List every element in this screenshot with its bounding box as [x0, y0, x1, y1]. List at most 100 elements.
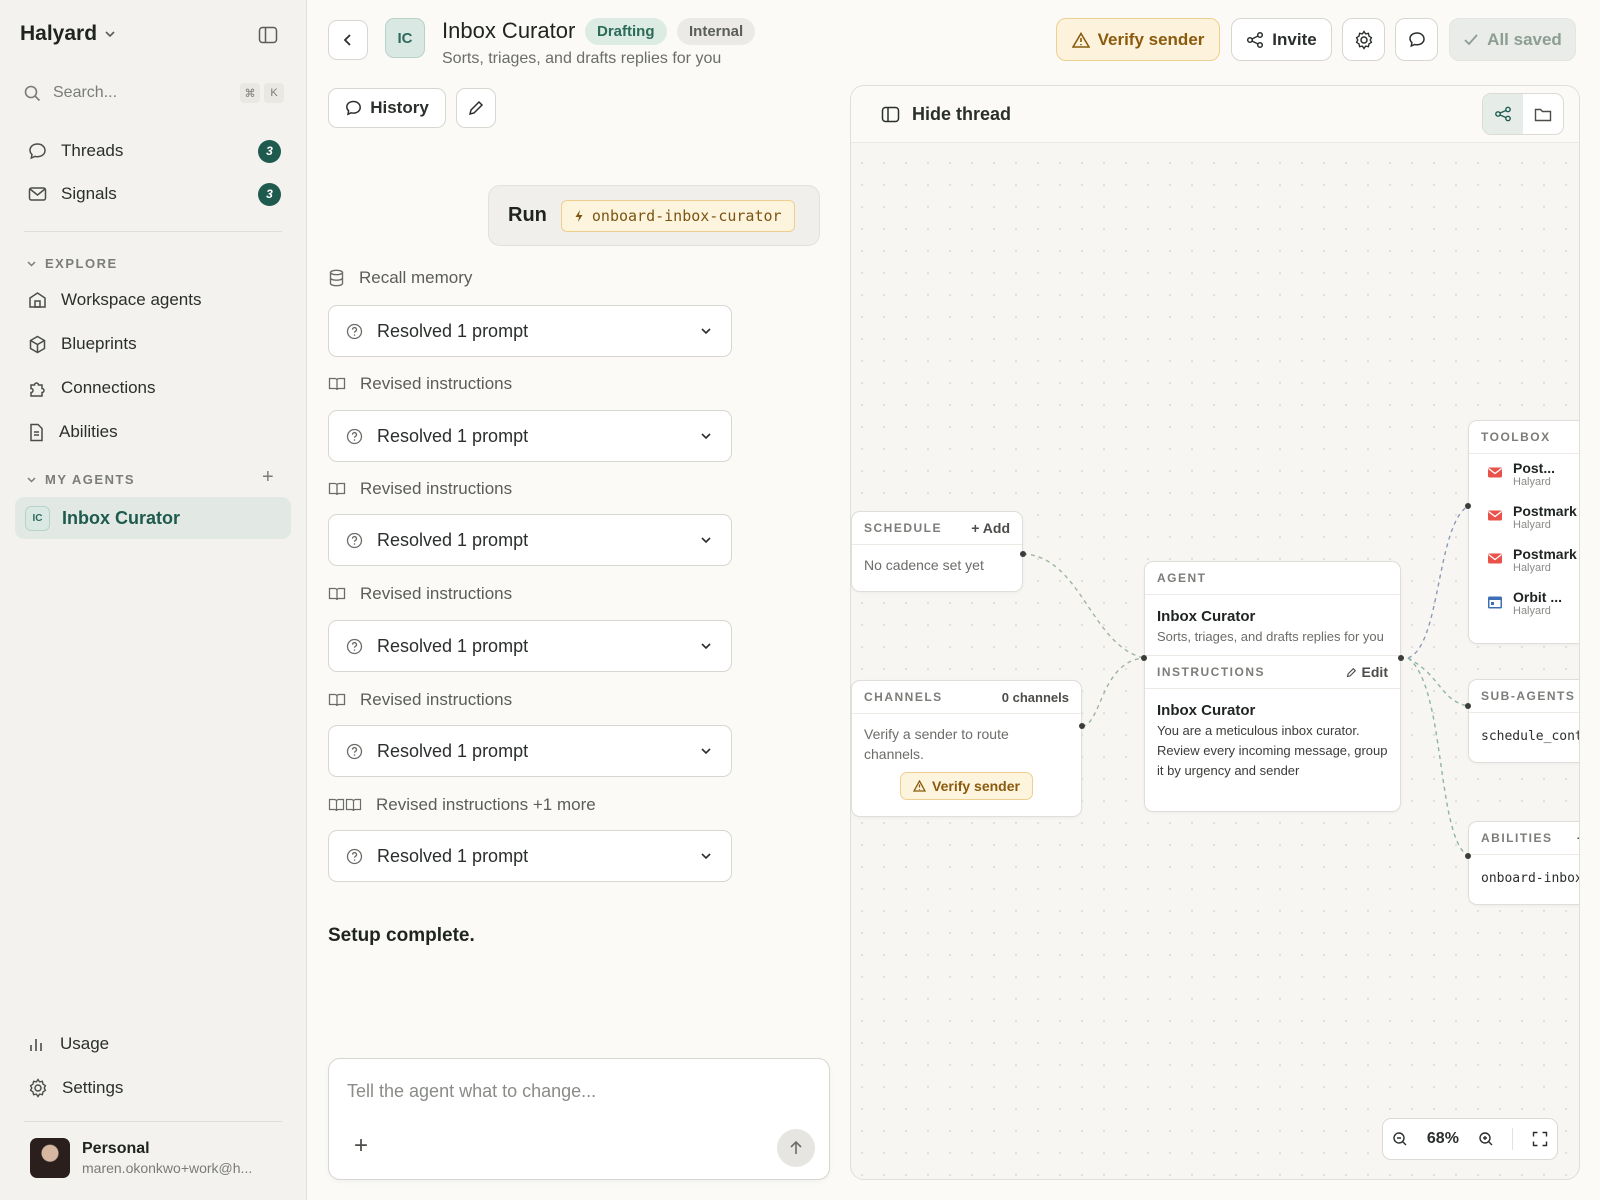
tool-org: Halyard [1513, 605, 1551, 617]
resolved-prompt-accordion[interactable]: Resolved 1 prompt [328, 620, 732, 672]
resolved-prompt-accordion[interactable]: Resolved 1 prompt [328, 514, 732, 566]
settings-button[interactable] [1342, 18, 1385, 61]
resolved-prompt-accordion[interactable]: Resolved 1 prompt [328, 305, 732, 357]
sub-agents-card[interactable]: SUB-AGENTS schedule_cont [1468, 679, 1579, 763]
envelope-icon [28, 186, 47, 202]
agent-canvas[interactable]: Hide thread SCHEDULE + Add No cadence se… [850, 85, 1580, 1180]
sidebar-toggle-icon[interactable] [258, 26, 278, 44]
mail-icon [1487, 552, 1503, 565]
verify-sender-button[interactable]: Verify sender [1056, 18, 1220, 61]
composer-input[interactable]: Tell the agent what to change... [347, 1081, 596, 1102]
agent-card[interactable]: AGENT Inbox Curator Sorts, triages, and … [1144, 561, 1401, 812]
agent-initials-badge: IC [25, 505, 50, 531]
edit-button[interactable] [456, 88, 496, 128]
verify-sender-button[interactable]: Verify sender [900, 772, 1033, 800]
book-icon [328, 586, 346, 602]
instructions-title: INSTRUCTIONS [1157, 665, 1265, 679]
abilities-card[interactable]: ABILITIES + onboard-inbox [1468, 821, 1579, 905]
sidebar-item-usage[interactable]: Usage [16, 1025, 291, 1063]
accordion-label: Resolved 1 prompt [377, 529, 529, 550]
resolved-prompt-accordion[interactable]: Resolved 1 prompt [328, 410, 732, 462]
sidebar-item-blueprints[interactable]: Blueprints [16, 325, 291, 363]
history-label: History [370, 98, 429, 117]
edit-instructions-button[interactable]: Edit [1346, 664, 1388, 680]
resolved-prompt-accordion[interactable]: Resolved 1 prompt [328, 725, 732, 777]
sidebar-item-label: Threads [61, 141, 124, 160]
toolbox-card[interactable]: TOOLBOX Post... Halyard Postmark I Halyard… [1468, 420, 1579, 644]
run-message: Run onboard-inbox-curator [488, 185, 820, 246]
fit-view-icon[interactable] [1532, 1131, 1548, 1147]
tool-org: Halyard [1513, 476, 1551, 488]
sidebar-item-signals[interactable]: Signals 3 [16, 175, 291, 213]
bar-chart-icon [28, 1036, 46, 1052]
gear-icon [28, 1078, 48, 1098]
add-ability-button[interactable]: + [1577, 830, 1579, 846]
search-input[interactable]: Search... ⌘ K [24, 80, 284, 106]
sidebar-item-abilities[interactable]: Abilities [16, 413, 291, 451]
workspace-switcher[interactable]: Halyard [20, 22, 117, 46]
chat-bubble-icon [345, 100, 362, 116]
sub-agents-title: SUB-AGENTS [1481, 689, 1576, 703]
calendar-icon [1487, 595, 1503, 609]
sidebar-item-threads[interactable]: Threads 3 [16, 132, 291, 170]
user-account-menu[interactable]: Personal maren.okonkwo+work@h... [30, 1138, 252, 1178]
zoom-in-icon[interactable] [1478, 1131, 1494, 1147]
sidebar: Halyard Search... ⌘ K Threads 3 Signals … [0, 0, 307, 1200]
comment-icon [1408, 31, 1426, 48]
chevron-down-icon [699, 639, 713, 653]
invite-button[interactable]: Invite [1231, 18, 1332, 61]
toolbox-item[interactable]: Postmark I Halyard [1469, 497, 1579, 540]
step-label: Revised instructions [360, 584, 513, 603]
chevron-down-icon [26, 258, 37, 269]
chevron-down-icon [699, 429, 713, 443]
toolbox-item[interactable]: Orbit ... Halyard [1469, 583, 1579, 626]
warning-icon [1071, 31, 1090, 48]
step-label: Revised instructions [360, 374, 513, 393]
explore-section-toggle[interactable]: EXPLORE [26, 256, 118, 271]
add-schedule-button[interactable]: + Add [971, 520, 1010, 536]
channels-body: Verify a sender to route channels. [864, 726, 1009, 762]
sidebar-item-label: Blueprints [61, 334, 137, 353]
attach-plus-icon[interactable]: + [354, 1134, 368, 1158]
resolved-prompt-accordion[interactable]: Resolved 1 prompt [328, 830, 732, 882]
history-button[interactable]: History [328, 88, 446, 128]
database-icon [328, 269, 345, 287]
toolbox-item[interactable]: Postmark (Halyard [1469, 540, 1579, 583]
sidebar-item-settings[interactable]: Settings [16, 1069, 291, 1107]
check-icon [1463, 33, 1479, 47]
tool-org: Halyard [1513, 519, 1551, 531]
sidebar-item-workspace-agents[interactable]: Workspace agents [16, 281, 291, 319]
add-agent-plus-icon[interactable]: + [262, 466, 274, 489]
message-composer[interactable]: Tell the agent what to change... + [328, 1058, 830, 1180]
comments-button[interactable] [1395, 18, 1438, 61]
accordion-label: Resolved 1 prompt [377, 635, 529, 656]
sidebar-item-inbox-curator[interactable]: IC Inbox Curator [15, 497, 291, 539]
edit-label: Edit [1361, 664, 1388, 680]
run-command-pill[interactable]: onboard-inbox-curator [560, 199, 795, 232]
send-button[interactable] [777, 1129, 815, 1167]
ability-item[interactable]: onboard-inbox [1469, 855, 1579, 899]
my-agents-section-label: MY AGENTS [45, 472, 136, 487]
share-icon [1246, 31, 1264, 49]
channels-card-header: CHANNELS 0 channels [852, 681, 1081, 714]
step-label: Revised instructions [360, 479, 513, 498]
sidebar-item-connections[interactable]: Connections [16, 369, 291, 407]
visibility-badge: Internal [677, 18, 756, 45]
channels-card[interactable]: CHANNELS 0 channels Verify a sender to r… [851, 680, 1082, 817]
back-button[interactable] [328, 20, 368, 60]
book-icon [328, 692, 346, 708]
sub-agent-item[interactable]: schedule_cont [1469, 713, 1579, 757]
agent-name: Inbox Curator [1157, 608, 1256, 625]
my-agents-section-toggle[interactable]: MY AGENTS [26, 472, 135, 487]
connector-dot [1079, 723, 1085, 729]
schedule-card[interactable]: SCHEDULE + Add No cadence set yet [851, 511, 1023, 592]
step-revised-instructions: Revised instructions [328, 584, 512, 604]
connector-dot [1465, 853, 1471, 859]
toolbox-item[interactable]: Post... Halyard [1469, 454, 1579, 497]
zoom-level: 68% [1426, 1130, 1459, 1147]
warning-icon [913, 780, 927, 792]
sidebar-item-label: Connections [61, 378, 156, 397]
zoom-out-icon[interactable] [1392, 1131, 1408, 1147]
channels-count: 0 channels [1001, 689, 1069, 705]
step-label: Revised instructions +1 more [376, 795, 596, 814]
